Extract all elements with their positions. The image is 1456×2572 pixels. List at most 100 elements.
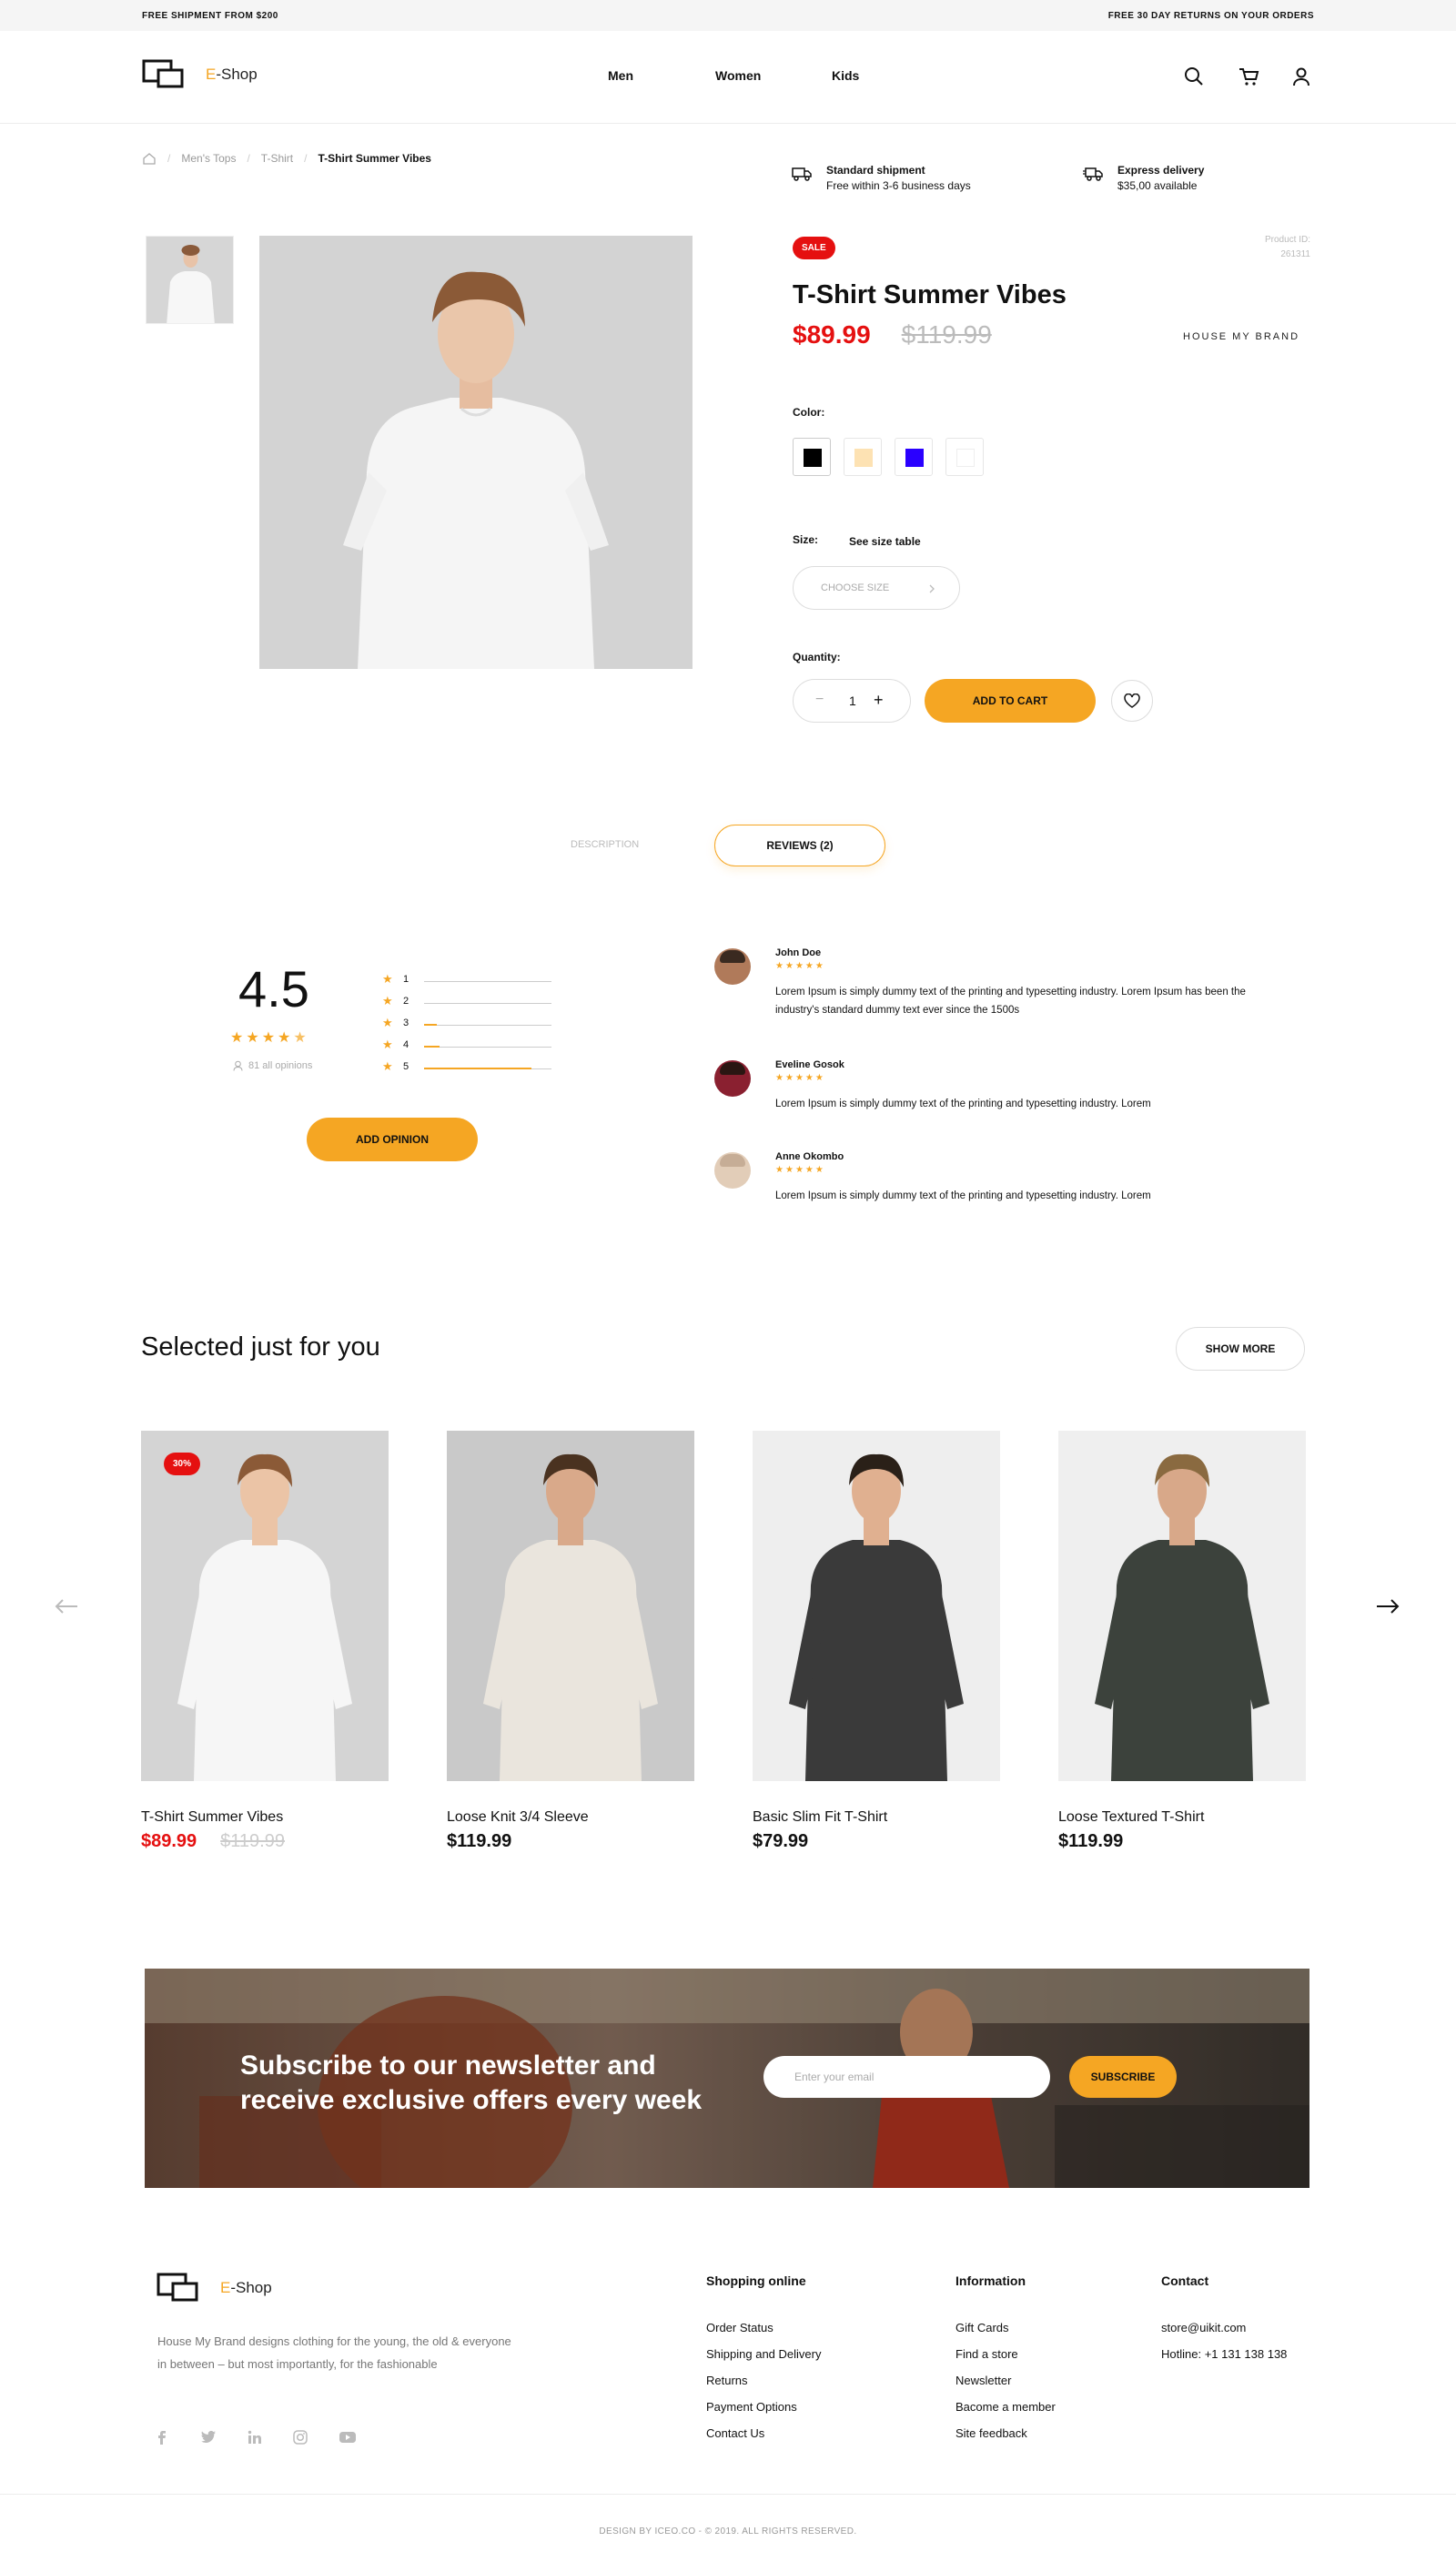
user-small-icon — [233, 1060, 243, 1071]
footer-link[interactable]: Contact Us — [706, 2426, 764, 2440]
facebook-icon[interactable] — [157, 2430, 169, 2445]
product-card-name[interactable]: Loose Knit 3/4 Sleeve — [447, 1809, 694, 1826]
logo-icon — [157, 2273, 198, 2302]
twitter-icon[interactable] — [200, 2430, 217, 2445]
footer-link[interactable]: Hotline: +1 131 138 138 — [1161, 2347, 1287, 2361]
footer-link[interactable]: Order Status — [706, 2321, 774, 2334]
product-card-name[interactable]: Loose Textured T-Shirt — [1058, 1809, 1306, 1826]
newsletter-email-input[interactable]: Enter your email — [763, 2056, 1050, 2098]
quantity-minus-button[interactable]: − — [815, 692, 824, 708]
product-card-name[interactable]: Basic Slim Fit T-Shirt — [753, 1809, 1000, 1826]
star-icon: ★ — [775, 961, 785, 971]
star-icon: ★ — [814, 1165, 825, 1175]
logo[interactable]: E-Shop — [142, 58, 258, 91]
product-id: Product ID: 261311 — [1264, 235, 1310, 259]
wishlist-button[interactable] — [1111, 680, 1153, 722]
rating-opinions: 81 all opinions — [233, 1060, 312, 1071]
footer-column-title: Shopping online — [706, 2273, 806, 2288]
linkedin-icon[interactable] — [248, 2430, 262, 2445]
show-more-button[interactable]: SHOW MORE — [1176, 1327, 1305, 1371]
avatar-hair — [720, 1154, 745, 1167]
breadcrumb-item[interactable]: Men's Tops — [181, 152, 236, 165]
star-icon: ★ — [382, 1059, 393, 1073]
rating-bar-row: ★ 2 — [382, 994, 555, 1010]
rating-bar-label: 4 — [403, 1039, 410, 1050]
footer-link[interactable]: Gift Cards — [956, 2321, 1009, 2334]
size-select[interactable]: CHOOSE SIZE — [793, 566, 960, 610]
review-stars: ★★★★★ — [775, 1165, 825, 1175]
footer-link[interactable]: Newsletter — [956, 2374, 1011, 2387]
product-card[interactable]: Loose Textured T-Shirt $119.99 — [1058, 1431, 1306, 1852]
nav-kids[interactable]: Kids — [832, 68, 859, 83]
product-card[interactable]: 30% T-Shirt Summer Vibes $89.99 $119.99 — [141, 1431, 389, 1852]
search-icon[interactable] — [1183, 66, 1205, 87]
discount-badge: 30% — [164, 1453, 201, 1475]
brand-name[interactable]: HOUSE MY BRAND — [1183, 331, 1299, 342]
copyright: DESIGN BY ICEO.CO - © 2019. ALL RIGHTS R… — [599, 2526, 857, 2537]
star-icon: ★ — [775, 1073, 785, 1083]
shipping-title: Express delivery — [1117, 164, 1205, 177]
footer-column-title: Information — [956, 2273, 1026, 2288]
arrow-left-icon[interactable] — [55, 1598, 78, 1615]
size-table-link[interactable]: See size table — [849, 535, 921, 548]
star-icon: ★ — [814, 961, 825, 971]
product-price: $89.99 — [793, 320, 871, 349]
newsletter-banner: Subscribe to our newsletter and receive … — [145, 1969, 1309, 2188]
product-carousel: 30% T-Shirt Summer Vibes $89.99 $119.99 Loos… — [141, 1431, 1315, 1868]
add-opinion-button[interactable]: ADD OPINION — [307, 1118, 478, 1161]
arrow-right-icon[interactable] — [1376, 1598, 1400, 1615]
rating-bar — [424, 981, 551, 982]
product-card-image[interactable] — [753, 1431, 1000, 1781]
subscribe-button[interactable]: SUBSCRIBE — [1069, 2056, 1177, 2098]
product-card-image[interactable] — [447, 1431, 694, 1781]
user-icon[interactable] — [1290, 66, 1312, 87]
quantity-plus-button[interactable]: + — [874, 691, 884, 710]
footer-link[interactable]: Shipping and Delivery — [706, 2347, 821, 2361]
email-placeholder: Enter your email — [794, 2071, 875, 2083]
footer-link[interactable]: Bacome a member — [956, 2400, 1056, 2414]
product-card[interactable]: Loose Knit 3/4 Sleeve $119.99 — [447, 1431, 694, 1852]
footer-link[interactable]: store@uikit.com — [1161, 2321, 1246, 2334]
color-swatch-blue[interactable] — [895, 438, 933, 476]
tab-description[interactable]: DESCRIPTION — [571, 839, 639, 850]
youtube-icon[interactable] — [339, 2430, 357, 2445]
product-thumbnail[interactable] — [146, 236, 234, 324]
footer-link[interactable]: Site feedback — [956, 2426, 1027, 2440]
product-card-prices: $119.99 — [1058, 1831, 1306, 1852]
color-swatch-beige[interactable] — [844, 438, 882, 476]
footer-link[interactable]: Find a store — [956, 2347, 1018, 2361]
product-card-name[interactable]: T-Shirt Summer Vibes — [141, 1809, 389, 1826]
review-text: Lorem Ipsum is simply dummy text of the … — [775, 987, 1246, 1016]
review-stars: ★★★★★ — [775, 1073, 825, 1083]
footer-logo[interactable]: E-Shop — [157, 2272, 272, 2304]
rating-bar-row: ★ 1 — [382, 972, 555, 988]
quantity-value[interactable]: 1 — [849, 694, 856, 708]
product-card-price: $119.99 — [1058, 1831, 1124, 1851]
nav-men[interactable]: Men — [608, 68, 715, 83]
breadcrumb: / Men's Tops / T-Shirt / T-Shirt Summer … — [142, 151, 431, 166]
star-icon: ★ — [794, 1165, 805, 1175]
rating-bar-row: ★ 4 — [382, 1038, 555, 1054]
footer-link[interactable]: Payment Options — [706, 2400, 797, 2414]
reviewer-avatar — [714, 948, 751, 985]
color-swatch-black[interactable] — [793, 438, 831, 476]
color-swatch-white[interactable] — [945, 438, 984, 476]
review-text: Lorem Ipsum is simply dummy text of the … — [775, 1099, 1151, 1109]
instagram-icon[interactable] — [293, 2430, 308, 2445]
fast-truck-icon — [1083, 167, 1103, 181]
nav-women[interactable]: Women — [715, 68, 832, 83]
home-icon[interactable] — [142, 151, 157, 166]
truck-icon — [792, 167, 812, 181]
footer-link[interactable]: Returns — [706, 2374, 748, 2387]
product-card-image[interactable]: 30% — [141, 1431, 389, 1781]
cart-icon[interactable] — [1238, 66, 1259, 87]
color-label: Color: — [793, 406, 825, 419]
tab-reviews[interactable]: REVIEWS (2) — [714, 825, 885, 866]
product-photo — [483, 1453, 658, 1781]
product-old-price: $119.99 — [901, 320, 992, 349]
product-card[interactable]: Basic Slim Fit T-Shirt $79.99 — [753, 1431, 1000, 1852]
breadcrumb-item[interactable]: T-Shirt — [261, 152, 293, 165]
product-card-image[interactable] — [1058, 1431, 1306, 1781]
add-to-cart-button[interactable]: ADD TO CART — [925, 679, 1096, 723]
product-main-image[interactable] — [259, 236, 693, 669]
